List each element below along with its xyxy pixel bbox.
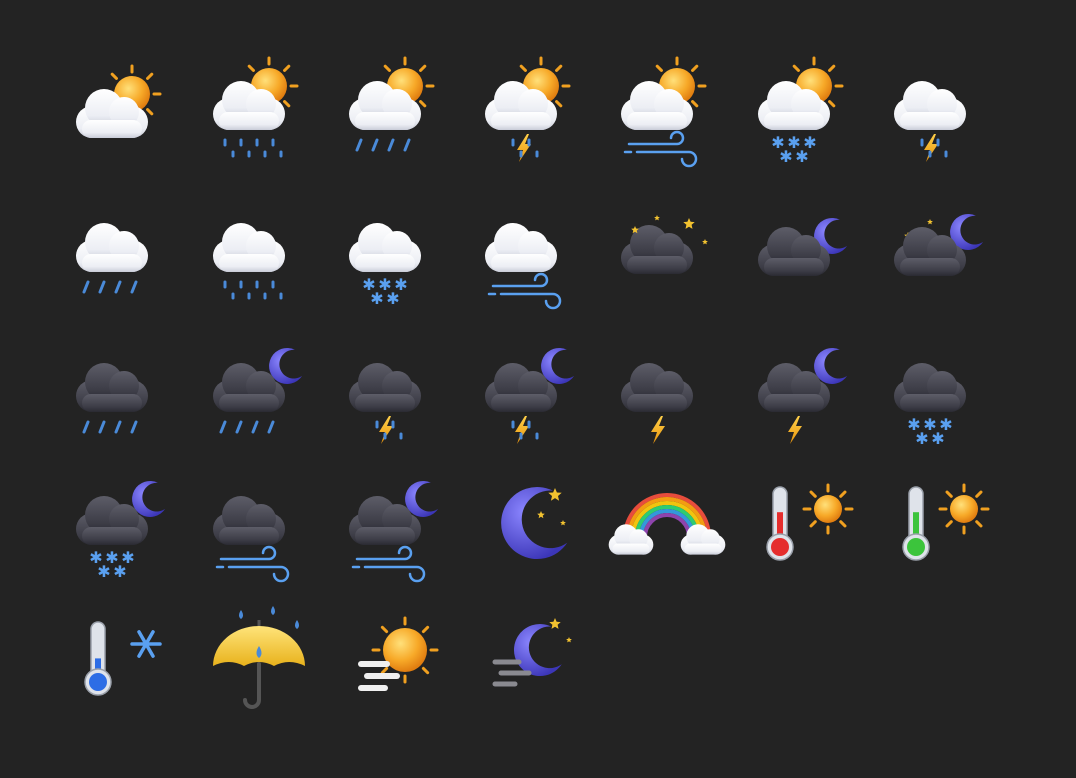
moon-fog-icon [471, 600, 591, 720]
svg-text:✱: ✱ [386, 289, 399, 308]
moon-fog-icon-graphic [492, 618, 572, 687]
thermometer-cold-snowflake-icon-graphic [84, 621, 162, 696]
dark-cloud-thunder-icon-graphic [621, 363, 693, 444]
cloudy-rain-icon-graphic [213, 223, 285, 300]
svg-text:✱: ✱ [915, 429, 928, 448]
thermometer-warm-sun-icon-graphic [902, 483, 990, 561]
thermometer-warm-sun-icon [880, 465, 1000, 585]
dark-cloud-stars-icon-graphic [621, 215, 708, 274]
dark-cloud-thunderstorm-rain-icon [335, 332, 455, 452]
cloudy-showers-icon-graphic [76, 223, 148, 294]
dark-cloud-snow-icon: ✱ ✱ ✱ ✱ ✱ [880, 332, 1000, 452]
cloudy-snow-icon-graphic: ✱ ✱ ✱✱ ✱ [349, 223, 421, 308]
dark-cloud-showers-icon-graphic [76, 363, 148, 434]
cloudy-thunderstorm-icon [880, 50, 1000, 170]
svg-text:✱: ✱ [779, 147, 792, 166]
sun-fog-icon [335, 600, 455, 720]
partly-cloudy-day-windy-icon-graphic [621, 56, 707, 168]
svg-text:✱: ✱ [113, 562, 126, 581]
cloudy-night-icon-graphic [758, 218, 848, 276]
thermometer-hot-sun-icon [744, 465, 864, 585]
night-thunderstorm-rain-icon [471, 332, 591, 452]
sun-fog-icon-graphic [358, 616, 439, 691]
partly-cloudy-day-thunderstorm-icon [471, 50, 591, 170]
partly-cloudy-day-snow-icon-graphic: ✱ ✱ ✱✱ ✱ [758, 56, 844, 166]
partly-cloudy-day-rain-icon [199, 50, 319, 170]
partly-cloudy-day-icon [62, 50, 182, 170]
partly-cloudy-day-windy-icon [607, 50, 727, 170]
cloudy-rain-icon [199, 192, 319, 312]
night-showers-icon-graphic [213, 348, 303, 434]
thermometer-hot-sun-icon-graphic [766, 483, 854, 561]
night-snow-icon: ✱ ✱ ✱ ✱ ✱ [62, 465, 182, 585]
night-windy-icon-graphic [349, 481, 439, 583]
partly-cloudy-day-snow-icon: ✱ ✱ ✱ ✱ ✱ [744, 50, 864, 170]
partly-cloudy-day-icon-graphic [76, 64, 162, 138]
rainbow-icon [607, 465, 727, 585]
rainbow-icon-graphic [608, 493, 726, 555]
cloudy-night-icon [744, 192, 864, 312]
dark-cloud-windy-icon [199, 465, 319, 585]
thermometer-cold-snowflake-icon [62, 600, 182, 720]
partly-cloudy-day-rain-icon-graphic [213, 56, 299, 158]
svg-text:✱: ✱ [795, 147, 808, 166]
umbrella-rain-icon [199, 600, 319, 720]
partly-cloudy-day-showers-icon-graphic [349, 56, 435, 152]
cloudy-night-stars-icon-graphic [894, 214, 984, 276]
partly-cloudy-day-thunderstorm-icon-graphic [485, 56, 571, 162]
cloudy-night-stars-icon [880, 192, 1000, 312]
weather-icon-grid: ✱ ✱ ✱ ✱ ✱ ✱ ✱ ✱ ✱ ✱ ✱ ✱ ✱ ✱ ✱ ✱ ✱ ✱ ✱ ✱ [0, 0, 1076, 778]
cloudy-windy-icon [471, 192, 591, 312]
dark-cloud-snow-icon-graphic: ✱ ✱ ✱✱ ✱ [894, 363, 966, 448]
night-thunder-icon-graphic [758, 348, 848, 444]
dark-cloud-thunder-icon [607, 332, 727, 452]
partly-cloudy-day-showers-icon [335, 50, 455, 170]
cloudy-thunderstorm-icon-graphic [894, 81, 966, 162]
dark-cloud-stars-icon [607, 192, 727, 312]
cloudy-showers-icon [62, 192, 182, 312]
svg-text:✱: ✱ [97, 562, 110, 581]
dark-cloud-windy-icon-graphic [213, 496, 290, 583]
night-snow-icon-graphic: ✱ ✱ ✱✱ ✱ [76, 481, 166, 581]
night-thunderstorm-rain-icon-graphic [485, 348, 575, 444]
dark-cloud-showers-icon [62, 332, 182, 452]
night-thunder-icon [744, 332, 864, 452]
night-windy-icon [335, 465, 455, 585]
cloudy-windy-icon-graphic [485, 223, 562, 310]
night-showers-icon [199, 332, 319, 452]
crescent-moon-stars-icon-graphic [501, 487, 568, 560]
crescent-moon-stars-icon [471, 465, 591, 585]
dark-cloud-thunderstorm-rain-icon-graphic [349, 363, 421, 444]
umbrella-rain-icon-graphic [213, 606, 305, 709]
svg-text:✱: ✱ [931, 429, 944, 448]
cloudy-snow-icon: ✱ ✱ ✱ ✱ ✱ [335, 192, 455, 312]
svg-text:✱: ✱ [370, 289, 383, 308]
